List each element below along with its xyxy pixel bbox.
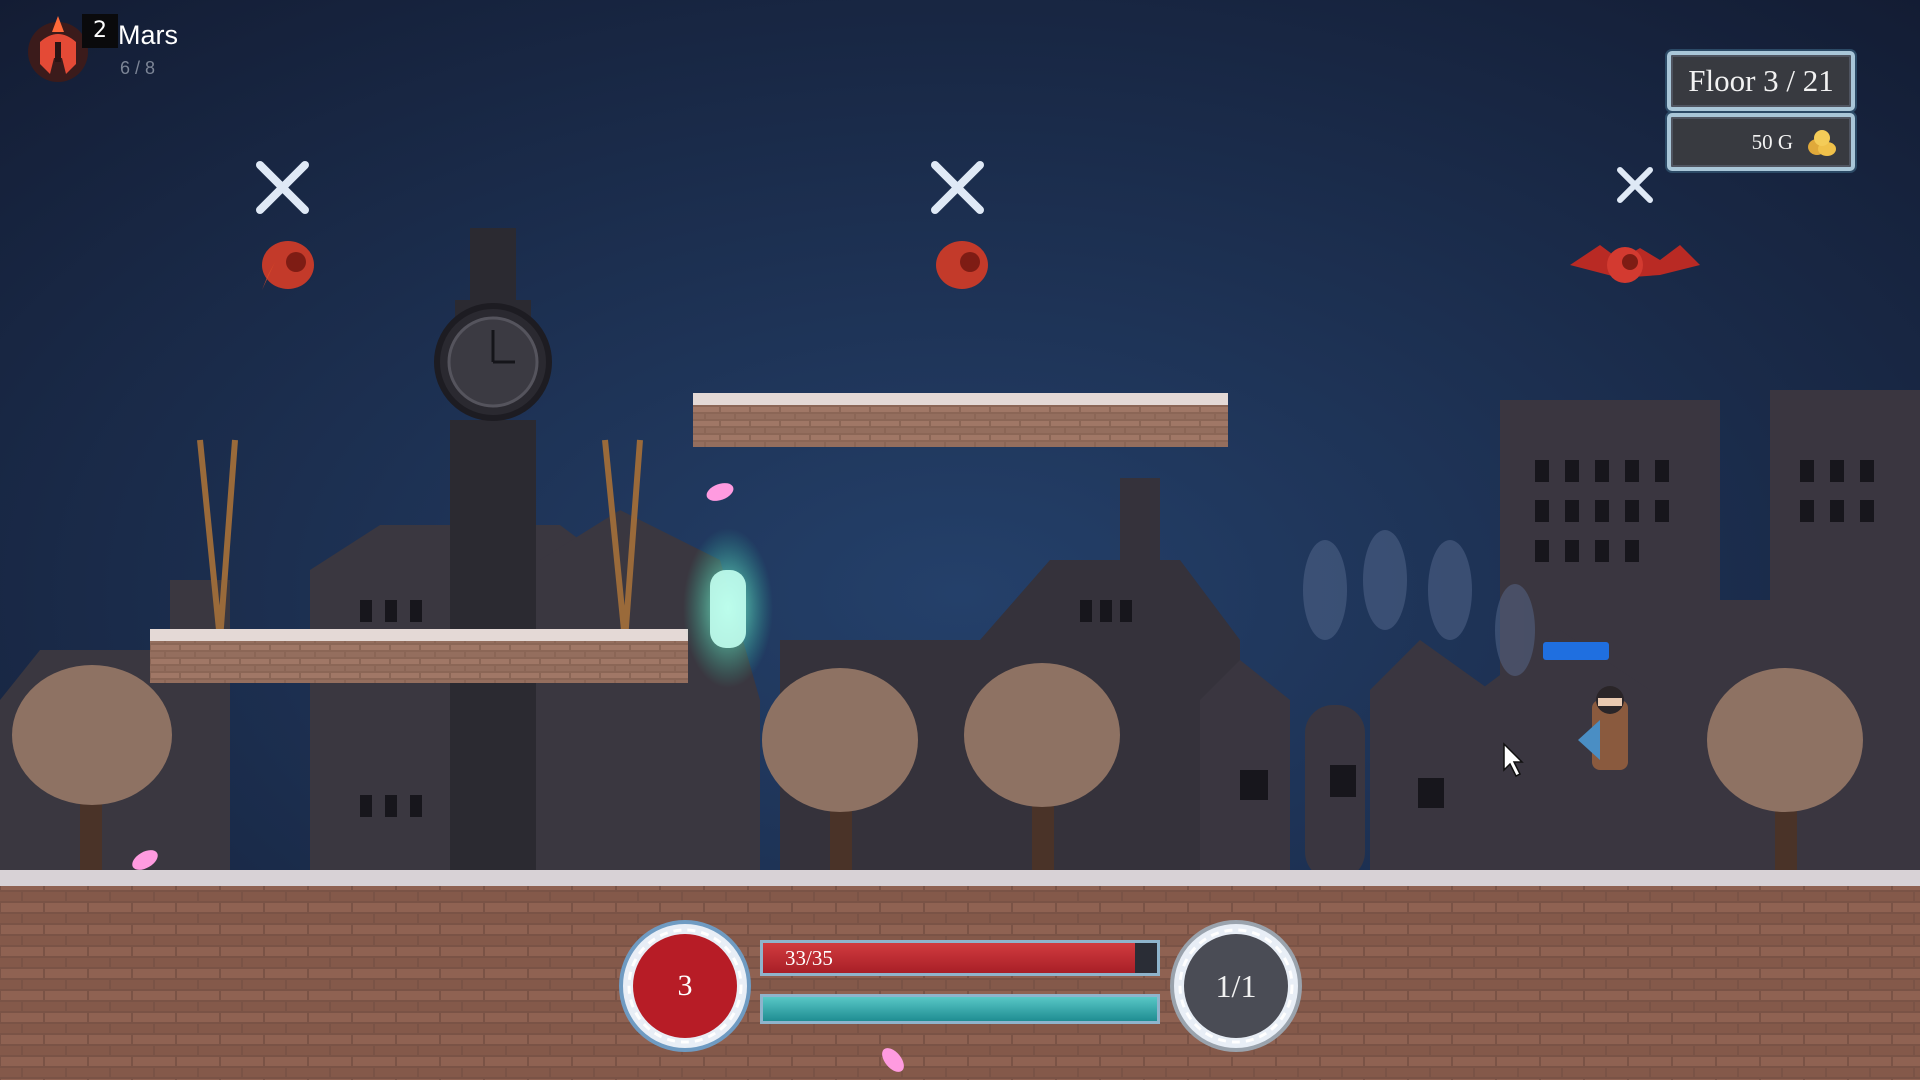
enemy-flame-imp-2	[936, 241, 988, 289]
dash-charges-gauge: 1/1	[1168, 918, 1304, 1054]
brick-ground	[0, 872, 1920, 1080]
god-name: Mars	[118, 20, 178, 50]
clock-tower	[434, 228, 552, 880]
upper-platform	[693, 393, 1228, 447]
dash-charges-count: 1/1	[1215, 968, 1257, 1004]
gold-indicator: 50 G	[1667, 113, 1855, 171]
god-progress: 6 / 8	[120, 58, 156, 78]
left-platform	[150, 629, 688, 683]
skill-charges-gauge: 3	[617, 918, 753, 1054]
god-boon-badge: 2 Mars 6 / 8	[22, 8, 242, 84]
gold-label: 50 G	[1751, 130, 1793, 154]
gold-coins-icon	[1808, 130, 1836, 156]
floor-label: Floor 3 / 21	[1688, 63, 1834, 98]
player-name-tag	[1543, 642, 1609, 660]
skill-charges-count: 3	[677, 969, 693, 1002]
floor-indicator: Floor 3 / 21	[1667, 51, 1855, 111]
health-bar: 33/35	[760, 940, 1160, 976]
mana-bar-fill	[763, 997, 1157, 1021]
health-value: 33/35	[785, 946, 833, 970]
god-level-badge: 2	[82, 14, 118, 48]
mana-bar	[760, 994, 1160, 1024]
game-scene	[0, 0, 1920, 1080]
